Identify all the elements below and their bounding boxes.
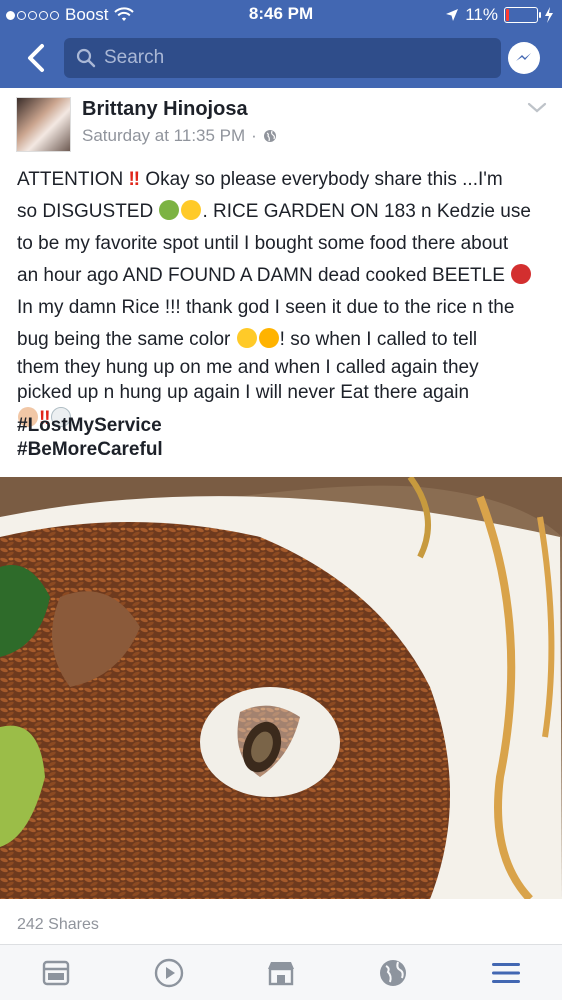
notifications-globe-icon	[380, 959, 407, 986]
tab-menu[interactable]	[486, 953, 526, 993]
tab-news-feed[interactable]	[36, 953, 76, 993]
post-text: ATTENTION ‼ Okay so please everybody sha…	[17, 164, 549, 432]
status-bar: Boost 8:46 PM 11%	[0, 0, 562, 30]
globe-icon	[263, 130, 276, 142]
messenger-icon[interactable]	[508, 42, 540, 74]
hashtag-be-more-careful[interactable]: #BeMoreCareful	[17, 438, 163, 462]
post-line-1: ATTENTION ‼ Okay so please everybody sha…	[17, 169, 503, 190]
tab-video[interactable]	[149, 953, 189, 993]
charging-icon	[545, 7, 553, 23]
share-count[interactable]: 242 Shares	[17, 916, 99, 934]
post-line-6: bug being the same color ! so when I cal…	[17, 328, 478, 350]
battery-icon	[504, 7, 541, 23]
search-placeholder: Search	[104, 47, 165, 68]
post-meta: Saturday at 11:35 PM ·	[82, 126, 277, 146]
back-chevron-icon[interactable]	[18, 40, 54, 76]
messenger-bolt-icon	[516, 53, 531, 61]
author-avatar[interactable]	[16, 97, 71, 152]
post-line-2: so DISGUSTED . RICE GARDEN ON 183 n Kedz…	[17, 200, 531, 222]
post-options-chevron-icon[interactable]	[526, 100, 548, 116]
mask-face-emoji	[181, 200, 202, 220]
ladybug-emoji	[511, 264, 532, 284]
battery-level-fill	[506, 9, 509, 21]
post-photo[interactable]	[0, 477, 562, 899]
post-line-5: In my damn Rice !!! thank god I seen it …	[17, 297, 515, 318]
fried-rice-photo	[0, 477, 562, 899]
hashtags: #LostMyService #BeMoreCareful	[17, 414, 163, 462]
post-line-8: picked up n hung up again I will never E…	[17, 382, 470, 403]
meta-separator: ·	[251, 126, 257, 145]
search-input[interactable]: Search	[64, 38, 501, 78]
battery-percent: 11%	[465, 5, 498, 24]
unamused-face-emoji	[236, 328, 257, 348]
nauseated-face-emoji	[159, 200, 180, 220]
tab-marketplace[interactable]	[261, 953, 301, 993]
app-header: Boost 8:46 PM 11% Search	[0, 0, 562, 88]
video-icon	[154, 958, 183, 987]
hashtag-lost-my-service[interactable]: #LostMyService	[17, 414, 163, 438]
post-timestamp[interactable]: Saturday at 11:35 PM	[82, 126, 245, 146]
post-line-4: an hour ago AND FOUND A DAMN dead cooked…	[17, 260, 549, 292]
author-name[interactable]: Brittany Hinojosa	[82, 98, 248, 121]
search-icon	[76, 48, 96, 68]
marketplace-icon	[267, 961, 294, 985]
double-exclamation-emoji: ‼	[128, 169, 141, 190]
post-line-7: them they hung up on me and when I calle…	[17, 357, 479, 378]
triumph-face-emoji	[258, 328, 279, 348]
post-line-3: to be my favorite spot until I bought so…	[17, 233, 509, 254]
location-arrow-icon	[446, 9, 459, 21]
menu-icon	[491, 962, 520, 983]
news-feed-icon	[42, 960, 70, 985]
bottom-tab-bar	[0, 945, 562, 1000]
tab-notifications[interactable]	[373, 953, 413, 993]
